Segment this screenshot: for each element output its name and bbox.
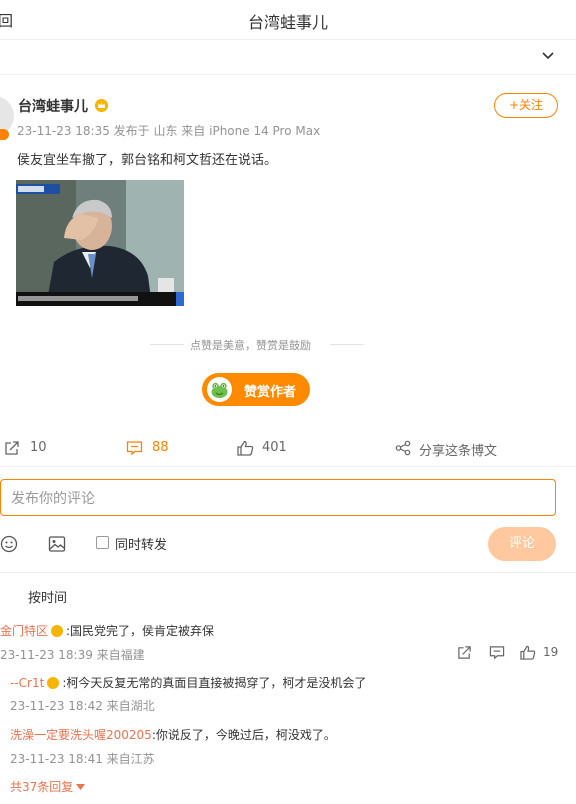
- divider: [0, 466, 576, 467]
- divider-right: [330, 344, 364, 345]
- image-icon[interactable]: [48, 535, 66, 553]
- action-bar: 10 88 401 分享这条博文: [0, 430, 576, 468]
- reply-item: --Cr1t :柯今天反复无常的真面目直接被揭穿了，柯才是没机会了: [10, 674, 366, 691]
- repost-icon[interactable]: [457, 645, 472, 660]
- reward-slogan: 点赞是美意，赞赏是鼓励: [190, 339, 311, 352]
- reward-button-label: 赞赏作者: [244, 385, 297, 400]
- crown-badge-icon: [95, 99, 108, 112]
- share-icon[interactable]: [395, 440, 411, 456]
- crown-badge-icon: [51, 625, 64, 637]
- forward-label: 同时转发: [115, 538, 168, 553]
- post-image[interactable]: [16, 180, 184, 306]
- comment-icon[interactable]: [489, 645, 505, 660]
- sort-by-time[interactable]: 按时间: [28, 587, 67, 606]
- like-count[interactable]: 401: [262, 440, 287, 455]
- divider: [0, 572, 576, 573]
- forward-checkbox[interactable]: [96, 536, 109, 549]
- like-icon[interactable]: [520, 645, 536, 660]
- post-meta: 23-11-23 18:35 发布于 山东 来自 iPhone 14 Pro M…: [17, 124, 321, 138]
- comment-like-count[interactable]: 19: [543, 645, 558, 659]
- reply-meta: 23-11-23 18:42 来自湖北: [10, 699, 155, 713]
- reward-author-button[interactable]: 赞赏作者: [202, 373, 310, 406]
- comment-text: :国民党完了，侯肯定被弃保: [66, 624, 215, 638]
- share-label[interactable]: 分享这条博文: [419, 440, 497, 459]
- comment-input[interactable]: 发布你的评论: [0, 479, 556, 516]
- reply-user[interactable]: --Cr1t: [10, 676, 44, 690]
- submit-comment-button[interactable]: 评论: [488, 527, 556, 561]
- frog-icon: [207, 377, 232, 402]
- top-bar: 回 台湾蛙事儿: [0, 0, 576, 40]
- verified-badge-icon: [0, 129, 9, 140]
- repost-count[interactable]: 10: [30, 440, 47, 455]
- divider-left: [150, 344, 184, 345]
- post-text: 侯友宜坐车撤了，郭台铭和柯文哲还在说话。: [17, 153, 278, 168]
- reply-text: :你说反了，今晚过后，柯没戏了。: [151, 728, 336, 742]
- page-title: 台湾蛙事儿: [247, 13, 328, 32]
- like-icon[interactable]: [237, 440, 254, 456]
- comment-icon[interactable]: [126, 440, 143, 456]
- more-replies-label: 共37条回复: [10, 780, 74, 794]
- reply-meta: 23-11-23 18:41 来自江苏: [10, 752, 155, 766]
- reply-user[interactable]: 洗澡一定要洗头喔200205: [10, 728, 152, 742]
- divider: [0, 74, 576, 75]
- reply-item: 洗澡一定要洗头喔200205:你说反了，今晚过后，柯没戏了。: [10, 726, 336, 743]
- crown-badge-icon: [47, 677, 60, 689]
- comment-user[interactable]: 金门特区: [0, 624, 48, 638]
- repost-icon[interactable]: [4, 440, 20, 456]
- caret-down-icon: [76, 784, 86, 790]
- chevron-down-icon[interactable]: [540, 50, 556, 62]
- reply-text: :柯今天反复无常的真面目直接被揭穿了，柯才是没机会了: [62, 676, 367, 690]
- comment-meta: 23-11-23 18:39 来自福建: [0, 648, 145, 662]
- author-name[interactable]: 台湾蛙事儿: [18, 96, 88, 116]
- more-replies-link[interactable]: 共37条回复: [10, 778, 86, 795]
- emoji-icon[interactable]: [0, 535, 18, 553]
- comment-item: 金门特区 :国民党完了，侯肯定被弃保: [0, 622, 214, 639]
- follow-button[interactable]: +关注: [494, 93, 558, 118]
- comment-count[interactable]: 88: [152, 440, 169, 455]
